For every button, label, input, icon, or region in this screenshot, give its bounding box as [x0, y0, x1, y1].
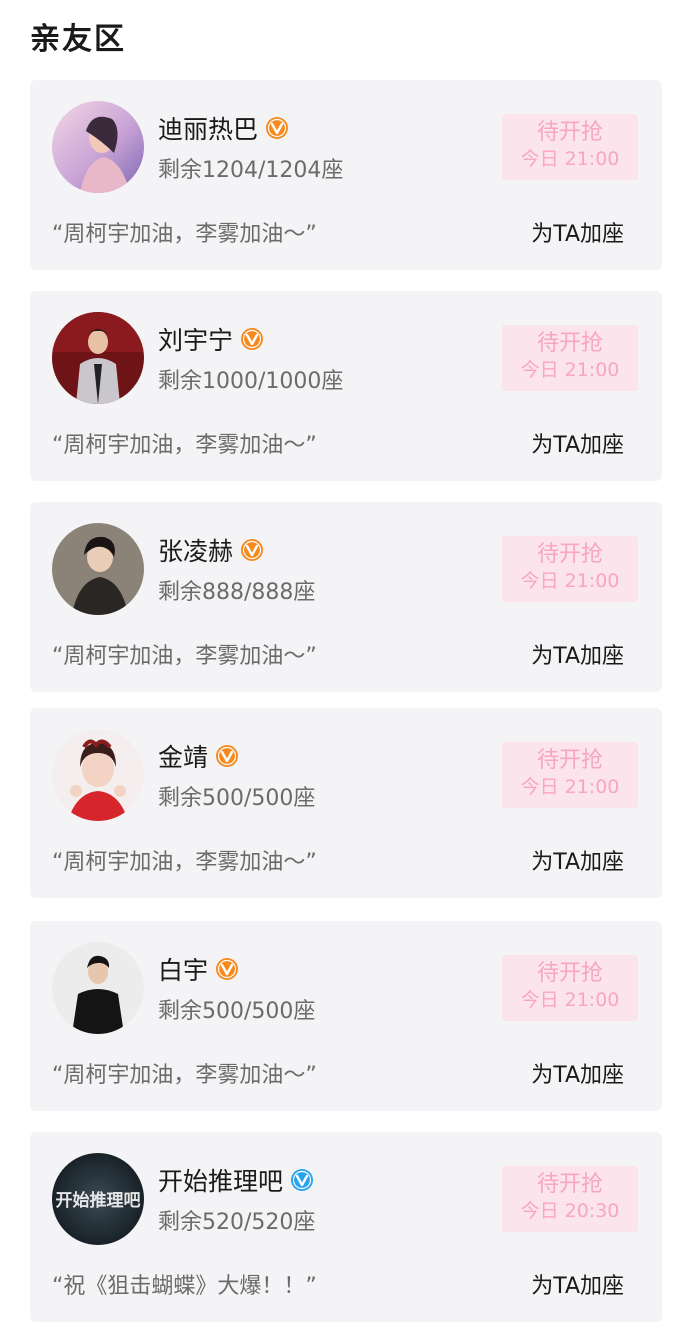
- pending-grab-button[interactable]: 待开抢 今日 21:00: [502, 325, 638, 391]
- avatar-photo-icon: [52, 312, 144, 404]
- friend-name[interactable]: 刘宇宁: [158, 321, 233, 357]
- orange-v-badge-icon: [216, 745, 239, 767]
- friend-card-2: 刘宇宁 剩余1000/1000座 “周柯宇加油，李雾加油～” 为TA加座 待开抢…: [30, 291, 662, 481]
- add-seat-button[interactable]: 为TA加座: [531, 844, 624, 876]
- grab-status: 待开抢: [536, 120, 603, 145]
- orange-v-badge-icon: [266, 117, 289, 139]
- seat-count: 剩余500/500座: [158, 999, 316, 1024]
- show-logo-icon: 开始推理吧: [52, 1153, 144, 1245]
- friend-name[interactable]: 张凌赫: [158, 532, 233, 568]
- grab-time: 今日 21:00: [520, 570, 620, 592]
- avatar[interactable]: [52, 942, 144, 1034]
- grab-status: 待开抢: [536, 331, 603, 356]
- logo-text: 开始推理吧: [56, 1190, 141, 1211]
- avatar-photo-icon: [52, 729, 144, 821]
- seat-count: 剩余1000/1000座: [158, 369, 344, 394]
- grab-time: 今日 21:00: [520, 359, 620, 381]
- orange-v-badge-icon: [241, 539, 264, 561]
- add-seat-button[interactable]: 为TA加座: [531, 427, 624, 459]
- support-message: “周柯宇加油，李雾加油～”: [52, 850, 317, 875]
- avatar-photo-icon: [52, 523, 144, 615]
- friend-card-4: 金靖 剩余500/500座 “周柯宇加油，李雾加油～” 为TA加座 待开抢 今日…: [30, 708, 662, 898]
- friend-name[interactable]: 白宇: [158, 951, 208, 987]
- pending-grab-button[interactable]: 待开抢 今日 21:00: [502, 742, 638, 808]
- avatar[interactable]: [52, 729, 144, 821]
- avatar[interactable]: [52, 523, 144, 615]
- friend-card-6: 开始推理吧 开始推理吧 剩余520/520座 “祝《狙击蝴蝶》大爆！！” 为TA…: [30, 1132, 662, 1322]
- pending-grab-button[interactable]: 待开抢 今日 21:00: [502, 955, 638, 1021]
- grab-time: 今日 21:00: [520, 989, 620, 1011]
- friend-name[interactable]: 金靖: [158, 738, 208, 774]
- pending-grab-button[interactable]: 待开抢 今日 21:00: [502, 536, 638, 602]
- grab-status: 待开抢: [536, 542, 603, 567]
- avatar-photo-icon: [52, 942, 144, 1034]
- friend-card-1: 迪丽热巴 剩余1204/1204座 “周柯宇加油，李雾加油～” 为TA加座 待开…: [30, 80, 662, 270]
- avatar-photo-icon: [52, 101, 144, 193]
- pending-grab-button[interactable]: 待开抢 今日 20:30: [502, 1166, 638, 1232]
- orange-v-badge-icon: [216, 958, 239, 980]
- orange-v-badge-icon: [241, 328, 264, 350]
- grab-time: 今日 20:30: [520, 1200, 620, 1222]
- support-message: “周柯宇加油，李雾加油～”: [52, 1063, 317, 1088]
- grab-time: 今日 21:00: [520, 148, 620, 170]
- seat-count: 剩余520/520座: [158, 1210, 316, 1235]
- support-message: “周柯宇加油，李雾加油～”: [52, 222, 317, 247]
- add-seat-button[interactable]: 为TA加座: [531, 638, 624, 670]
- grab-status: 待开抢: [536, 961, 603, 986]
- avatar[interactable]: [52, 101, 144, 193]
- add-seat-button[interactable]: 为TA加座: [531, 216, 624, 248]
- add-seat-button[interactable]: 为TA加座: [531, 1268, 624, 1300]
- seat-count: 剩余1204/1204座: [158, 158, 344, 183]
- support-message: “祝《狙击蝴蝶》大爆！！”: [52, 1274, 317, 1299]
- page-title: 亲友区: [30, 22, 126, 57]
- seat-count: 剩余500/500座: [158, 786, 316, 811]
- friend-name[interactable]: 迪丽热巴: [158, 110, 258, 146]
- pending-grab-button[interactable]: 待开抢 今日 21:00: [502, 114, 638, 180]
- support-message: “周柯宇加油，李雾加油～”: [52, 644, 317, 669]
- seat-count: 剩余888/888座: [158, 580, 316, 605]
- avatar[interactable]: 开始推理吧: [52, 1153, 144, 1245]
- grab-status: 待开抢: [536, 1172, 603, 1197]
- friend-card-5: 白宇 剩余500/500座 “周柯宇加油，李雾加油～” 为TA加座 待开抢 今日…: [30, 921, 662, 1111]
- add-seat-button[interactable]: 为TA加座: [531, 1057, 624, 1089]
- support-message: “周柯宇加油，李雾加油～”: [52, 433, 317, 458]
- friend-card-3: 张凌赫 剩余888/888座 “周柯宇加油，李雾加油～” 为TA加座 待开抢 今…: [30, 502, 662, 692]
- friend-name[interactable]: 开始推理吧: [158, 1162, 283, 1198]
- avatar[interactable]: [52, 312, 144, 404]
- grab-time: 今日 21:00: [520, 776, 620, 798]
- grab-status: 待开抢: [536, 748, 603, 773]
- blue-v-badge-icon: [291, 1169, 314, 1191]
